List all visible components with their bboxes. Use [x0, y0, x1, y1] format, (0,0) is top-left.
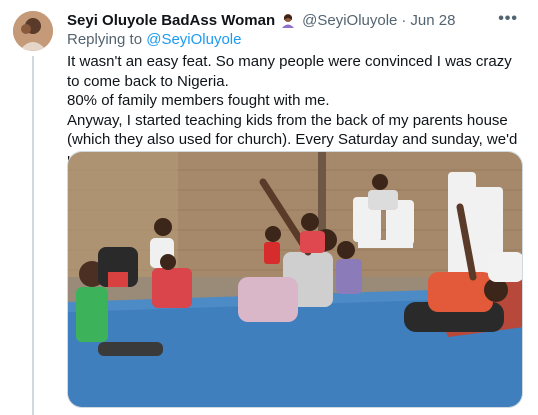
tweet-text-line: It wasn't an easy feat. So many people w…	[67, 53, 512, 90]
tweet-text-line: 80% of family members fought with me.	[67, 92, 330, 109]
thread-connector-line	[32, 56, 34, 415]
replying-to-line: Replying to @SeyiOluyole	[67, 31, 242, 48]
more-dots-icon[interactable]: •••	[498, 10, 518, 28]
tweet-photo[interactable]	[67, 151, 523, 408]
replying-prefix: Replying to	[67, 31, 143, 48]
tweet-card[interactable]: Seyi Oluyole BadAss Woman @SeyiOluyole ·…	[0, 0, 538, 415]
author-name[interactable]: Seyi Oluyole BadAss Woman	[67, 12, 275, 29]
replying-to-handle[interactable]: @SeyiOluyole	[146, 31, 241, 48]
header-separator: ·	[401, 11, 407, 29]
tweet-date[interactable]: Jun 28	[410, 12, 455, 29]
woman-teacher-emoji-icon	[280, 12, 296, 28]
author-handle[interactable]: @SeyiOluyole	[302, 12, 397, 29]
author-avatar[interactable]	[13, 11, 53, 51]
tweet-header: Seyi Oluyole BadAss Woman @SeyiOluyole ·…	[67, 10, 522, 30]
